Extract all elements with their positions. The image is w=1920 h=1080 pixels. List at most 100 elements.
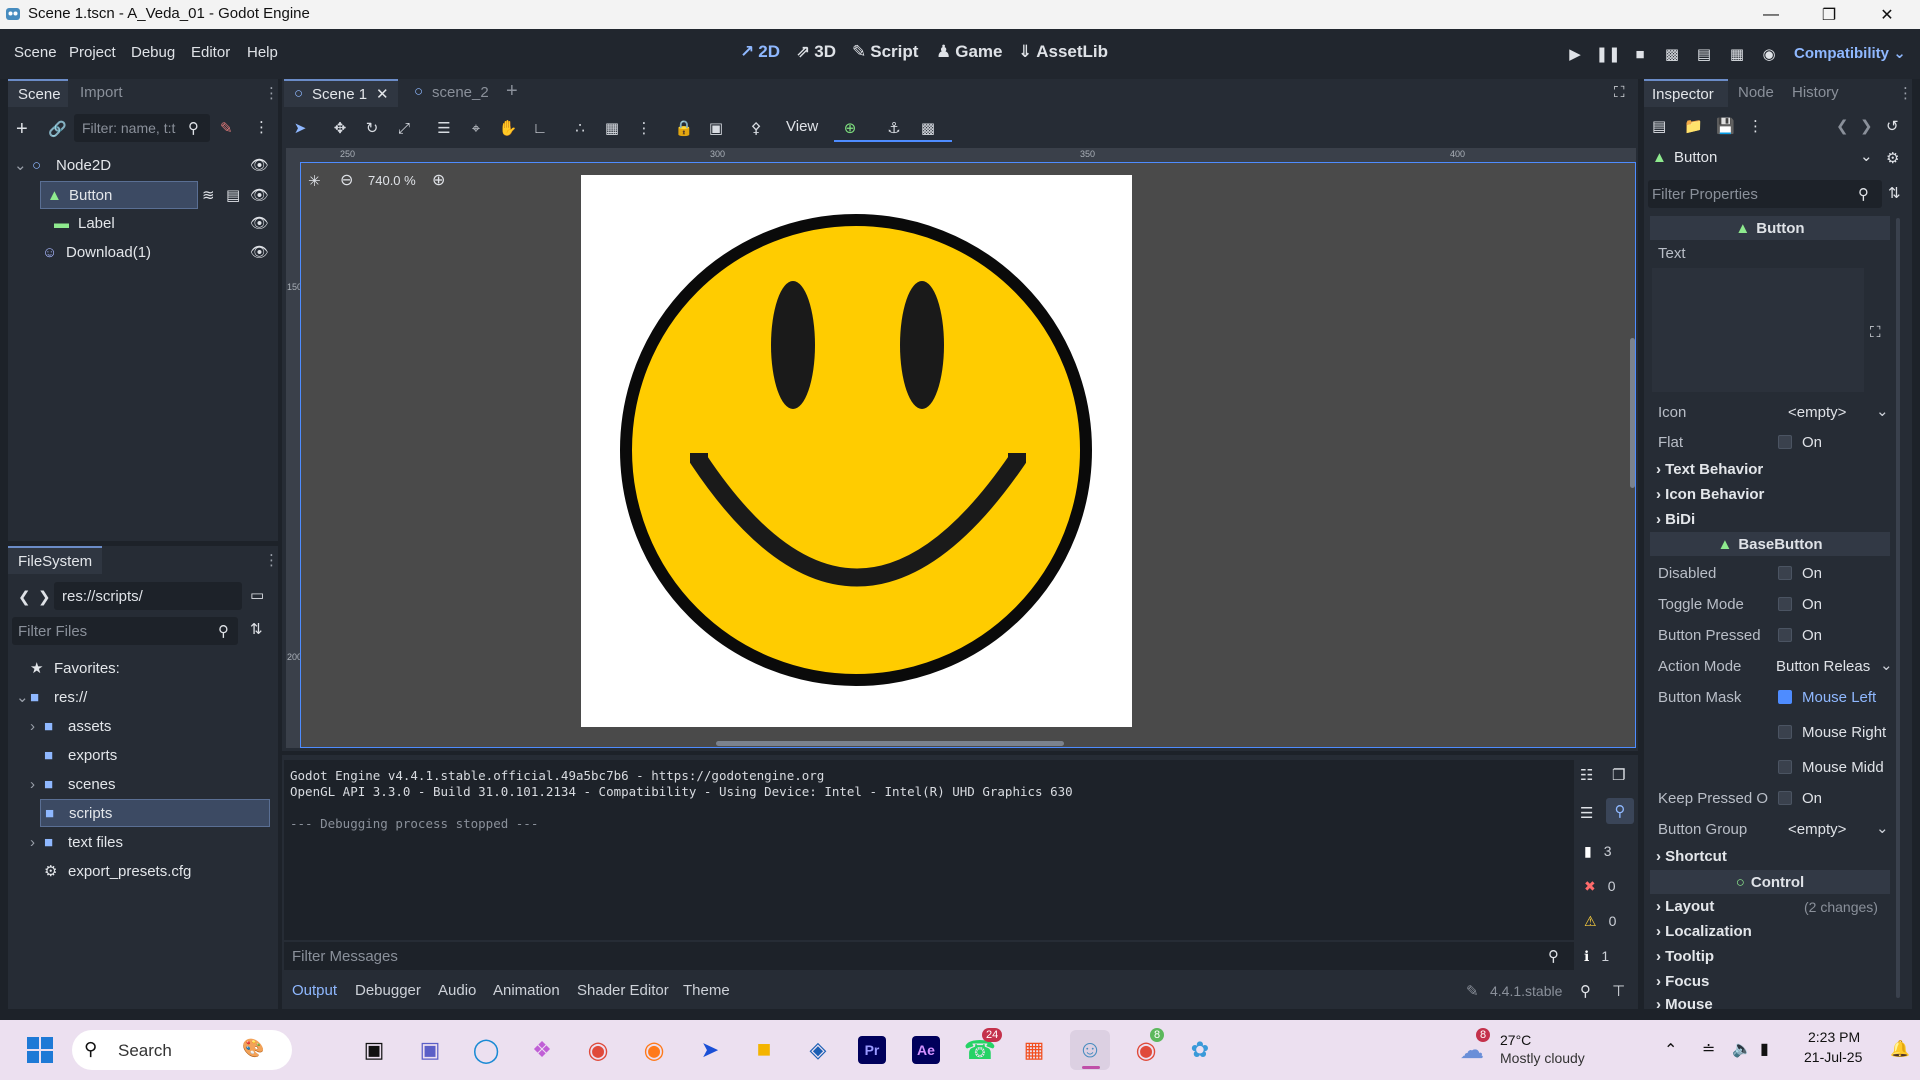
prop-button-mask[interactable]: Button Mask Mouse Left xyxy=(1652,683,1892,711)
start-button[interactable] xyxy=(20,1030,60,1070)
fs-folder-assets[interactable]: › ■ assets xyxy=(30,712,270,740)
signal-icon[interactable]: ≋ xyxy=(202,186,215,204)
history-back-icon[interactable]: ❮ xyxy=(1836,117,1849,135)
pan-mode-button[interactable]: ✋ xyxy=(496,116,520,140)
ruler-mode-button[interactable]: ∟ xyxy=(528,116,552,140)
group-icon-behavior[interactable]: › Icon Behavior xyxy=(1656,486,1764,503)
prop-toggle-mode[interactable]: Toggle Mode On xyxy=(1652,590,1892,618)
back-icon[interactable]: ❮ xyxy=(18,588,31,606)
smart-snap-button[interactable]: ∴ xyxy=(568,116,592,140)
checkbox-checked[interactable] xyxy=(1778,690,1792,704)
class-header-basebutton[interactable]: ▲ BaseButton xyxy=(1650,532,1890,556)
inspector-scrollbar[interactable] xyxy=(1896,218,1900,998)
close-button[interactable]: ✕ xyxy=(1858,0,1916,29)
tab-scene[interactable]: Scene xyxy=(8,79,68,107)
attach-script-icon[interactable]: ✎ xyxy=(220,119,233,137)
object-selector[interactable]: ▲ Button ⌄ xyxy=(1648,144,1880,172)
dock-menu-icon[interactable]: ⋮ xyxy=(1898,84,1913,102)
fs-favorites[interactable]: ★ Favorites: xyxy=(30,654,270,682)
weather-widget[interactable]: ☁ 8 27°C Mostly cloudy xyxy=(1460,1028,1610,1070)
clock-date[interactable]: 21-Jul-25 xyxy=(1804,1049,1862,1065)
paint-app[interactable]: ✿ xyxy=(1180,1030,1220,1070)
prop-button-pressed[interactable]: Button Pressed On xyxy=(1652,621,1892,649)
prop-disabled[interactable]: Disabled On xyxy=(1652,559,1892,587)
more-vertical-icon[interactable]: ⋮ xyxy=(1748,117,1763,135)
battery-icon[interactable]: ▮ xyxy=(1760,1039,1769,1059)
center-view-icon[interactable]: ✳ xyxy=(308,172,321,190)
close-icon[interactable]: ✕ xyxy=(376,85,389,103)
wifi-icon[interactable]: ≐ xyxy=(1702,1039,1715,1059)
run-custom-button[interactable]: ▦ xyxy=(1726,43,1748,65)
output-log[interactable]: Godot Engine v4.4.1.stable.official.49a5… xyxy=(284,760,1574,940)
tab-theme[interactable]: Theme xyxy=(683,982,730,999)
new-resource-icon[interactable]: ▤ xyxy=(1652,117,1666,135)
tree-node-label[interactable]: ▬ Label xyxy=(54,209,270,237)
move-mode-button[interactable]: ✥ xyxy=(328,116,352,140)
task-view-app[interactable]: ▣ xyxy=(354,1030,394,1070)
tab-import[interactable]: Import xyxy=(80,84,123,101)
text-property-editor[interactable] xyxy=(1652,268,1864,392)
filter-properties-input[interactable]: Filter Properties ⚲ xyxy=(1648,180,1882,208)
collapse-icon[interactable]: ☰ xyxy=(1580,804,1593,822)
zoom-level[interactable]: 740.0 % xyxy=(368,173,416,188)
copilot-app[interactable]: ❖ xyxy=(522,1030,562,1070)
group-button[interactable]: ▣ xyxy=(704,116,728,140)
fs-folder-text-files[interactable]: › ■ text files xyxy=(30,828,270,856)
link-icon[interactable]: 🔗 xyxy=(48,120,67,138)
group-focus[interactable]: › Focus xyxy=(1656,973,1709,990)
fs-folder-exports[interactable]: ■ exports xyxy=(44,741,270,769)
clock-time[interactable]: 2:23 PM xyxy=(1808,1029,1860,1045)
view-menu[interactable]: View xyxy=(786,118,818,135)
rotate-mode-button[interactable]: ↻ xyxy=(360,116,384,140)
filter-info-toggle[interactable]: ℹ1 xyxy=(1578,943,1636,969)
group-bidi[interactable]: › BiDi xyxy=(1656,511,1695,528)
lock-button[interactable]: 🔒 xyxy=(672,116,696,140)
sprite-download-image[interactable] xyxy=(581,175,1132,727)
horizontal-scrollbar[interactable] xyxy=(716,741,1064,746)
prop-button-mask-middle[interactable]: Mouse Midd xyxy=(1652,753,1892,781)
tab-history[interactable]: History xyxy=(1792,84,1839,101)
run-current-button[interactable]: ▤ xyxy=(1693,43,1715,65)
movie-maker-button[interactable]: ◉ xyxy=(1758,43,1780,65)
tab-node[interactable]: Node xyxy=(1738,84,1774,101)
checkbox[interactable] xyxy=(1778,628,1792,642)
save-icon[interactable]: 💾 xyxy=(1716,117,1735,135)
filter-errors-toggle[interactable]: ✖ 0 xyxy=(1578,873,1636,899)
sort-icon[interactable]: ⇅ xyxy=(250,620,263,638)
zoom-out-icon[interactable]: ⊖ xyxy=(340,170,353,190)
whatsapp-app[interactable]: ☎ 24 xyxy=(960,1028,1003,1070)
tab-audio[interactable]: Audio xyxy=(438,982,476,999)
snap-options-button[interactable]: ⋮ xyxy=(632,116,656,140)
tab-output[interactable]: Output xyxy=(292,982,337,999)
distraction-free-icon[interactable]: ⛶ xyxy=(1614,84,1625,101)
menu-project[interactable]: Project xyxy=(69,44,116,61)
workspace-3d[interactable]: ⇗ 3D xyxy=(796,42,836,62)
tools-icon[interactable]: ⚙ xyxy=(1886,149,1899,167)
select-mode-button[interactable]: ➤ xyxy=(288,116,312,140)
group-layout[interactable]: › Layout xyxy=(1656,898,1714,915)
copy-icon[interactable]: ❐ xyxy=(1612,766,1625,784)
scene-filter-input[interactable]: Filter: name, t:t ⚲ xyxy=(74,114,210,142)
class-header-button[interactable]: ▲ Button xyxy=(1650,216,1890,240)
volume-icon[interactable]: 🔈 xyxy=(1732,1039,1752,1059)
dock-menu-icon[interactable]: ⋮ xyxy=(264,551,279,569)
fs-res-root[interactable]: ⌄ ■ res:// xyxy=(16,683,270,711)
prop-icon[interactable]: Icon <empty> ⌄ xyxy=(1652,398,1892,426)
group-shortcut[interactable]: › Shortcut xyxy=(1656,848,1727,865)
workspace-script[interactable]: ✎ Script xyxy=(852,42,918,62)
fs-folder-scripts[interactable]: ■ scripts xyxy=(40,799,270,827)
checkbox[interactable] xyxy=(1778,597,1792,611)
pivot-mode-button[interactable]: ⌖ xyxy=(464,116,488,140)
workspace-game[interactable]: ♟ Game xyxy=(936,42,1003,62)
add-node-button[interactable]: + xyxy=(16,118,28,141)
tab-filesystem[interactable]: FileSystem xyxy=(8,546,102,574)
firefox-app[interactable]: ◉ xyxy=(634,1030,674,1070)
version-label[interactable]: 4.4.1.stable xyxy=(1490,983,1562,999)
tab-shader-editor[interactable]: Shader Editor xyxy=(577,982,669,999)
prop-flat[interactable]: Flat On xyxy=(1652,428,1892,456)
minimize-button[interactable]: — xyxy=(1742,0,1800,29)
tab-inspector[interactable]: Inspector xyxy=(1644,79,1728,107)
script-attached-icon[interactable]: ▤ xyxy=(226,186,240,204)
maximize-button[interactable]: ❐ xyxy=(1800,0,1858,29)
checkbox[interactable] xyxy=(1778,760,1792,774)
